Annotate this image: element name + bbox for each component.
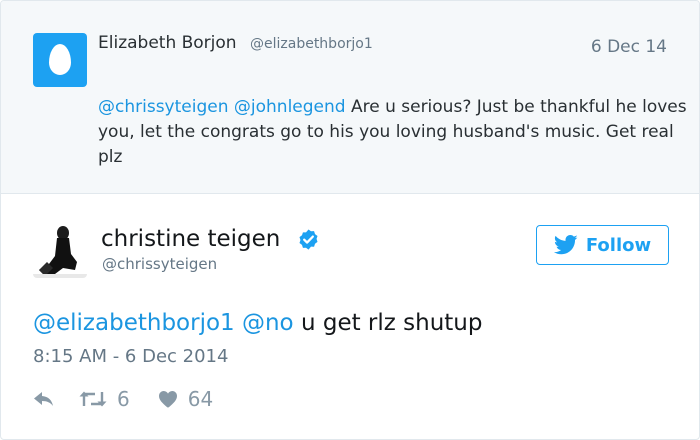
retweet-button[interactable]: 6 bbox=[79, 387, 130, 411]
tweet-embed-card: Elizabeth Borjon @elizabethborjo1 6 Dec … bbox=[0, 0, 700, 440]
follow-button[interactable]: Follow bbox=[536, 225, 669, 265]
mention-elizabethborjo1[interactable]: @elizabethborjo1 bbox=[33, 310, 235, 336]
parent-tweet-text: @chrissyteigen @johnlegend Are u serious… bbox=[98, 95, 688, 170]
like-count: 64 bbox=[187, 387, 214, 411]
parent-author-name[interactable]: Elizabeth Borjon bbox=[98, 33, 237, 53]
tweet-text: @elizabethborjo1 @no u get rlz shutup bbox=[33, 310, 482, 336]
reply-icon bbox=[34, 392, 53, 406]
tweet-body: u get rlz shutup bbox=[300, 310, 483, 336]
reply-button[interactable] bbox=[33, 390, 55, 408]
parent-avatar[interactable] bbox=[33, 33, 87, 87]
profile-photo bbox=[33, 224, 87, 278]
parent-tweet[interactable]: Elizabeth Borjon @elizabethborjo1 6 Dec … bbox=[1, 1, 699, 194]
retweet-count: 6 bbox=[117, 387, 130, 411]
avatar[interactable] bbox=[33, 224, 87, 278]
parent-tweet-date[interactable]: 6 Dec 14 bbox=[591, 37, 667, 57]
like-button[interactable]: 64 bbox=[158, 387, 213, 411]
verified-badge-icon bbox=[299, 229, 318, 250]
tweet-timestamp[interactable]: 8:15 AM - 6 Dec 2014 bbox=[33, 346, 228, 367]
author-handle[interactable]: @chrissyteigen bbox=[102, 255, 217, 273]
parent-mention-chrissyteigen[interactable]: @chrissyteigen bbox=[98, 97, 228, 117]
tweet-actions: 6 64 bbox=[33, 385, 213, 413]
follow-button-label: Follow bbox=[585, 234, 652, 256]
parent-mention-johnlegend[interactable]: @johnlegend bbox=[234, 97, 346, 117]
retweet-icon bbox=[79, 391, 107, 407]
parent-author-handle[interactable]: @elizabethborjo1 bbox=[250, 36, 373, 52]
author-name[interactable]: christine teigen bbox=[101, 226, 280, 252]
default-egg-icon bbox=[49, 44, 71, 75]
heart-icon bbox=[158, 391, 177, 408]
twitter-bird-icon bbox=[553, 235, 578, 255]
mention-no[interactable]: @no bbox=[242, 310, 294, 336]
